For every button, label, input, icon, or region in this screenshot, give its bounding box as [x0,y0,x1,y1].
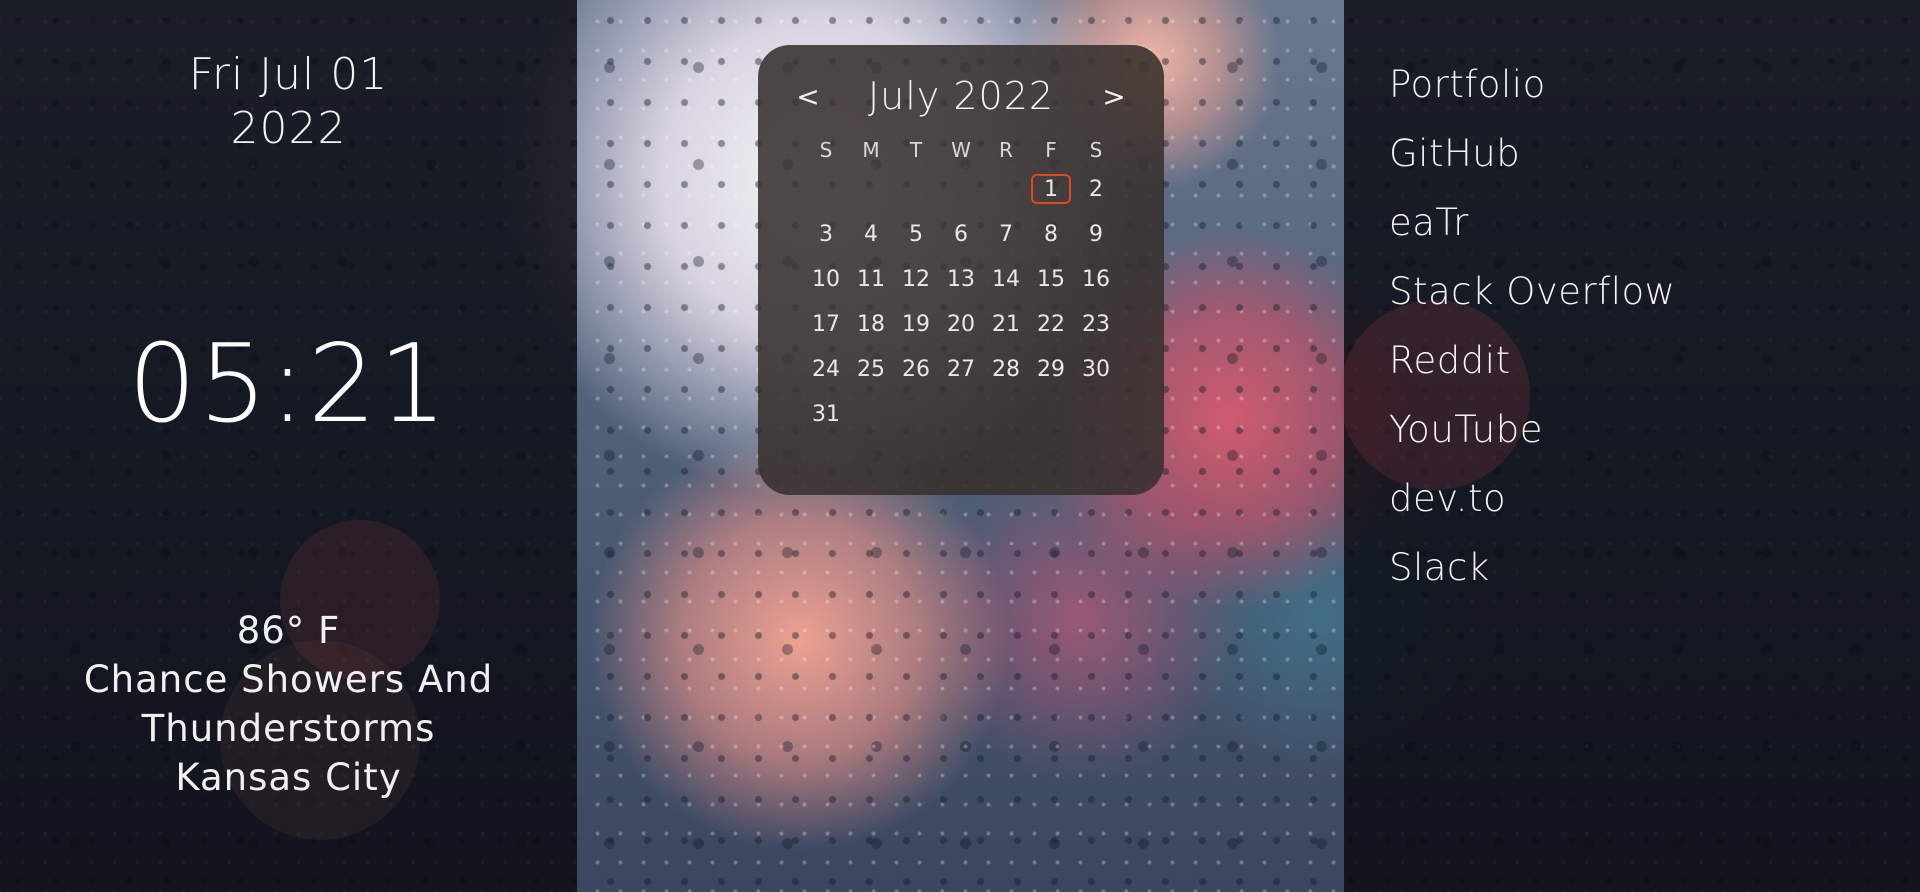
calendar-weekday-label: S [1089,138,1103,162]
link-dev-to[interactable]: dev.to [1389,464,1675,533]
calendar-day-number: 23 [1082,312,1110,337]
calendar-day-number: 13 [947,267,975,292]
weather-location: Kansas City [175,756,402,799]
calendar-day-number: 7 [999,222,1013,247]
prev-month-button[interactable]: < [788,80,828,113]
calendar-day-number: 8 [1044,222,1058,247]
calendar-empty-cell [984,167,1029,212]
calendar-day-number: 16 [1082,267,1110,292]
calendar-day[interactable]: 29 [1029,347,1074,392]
next-month-button[interactable]: > [1094,80,1134,113]
calendar-widget: < July 2022 > S M T W R F S 1 2 3 4 5 6 7 8 9 10 11 12 13 14… [758,45,1164,495]
link-eatr[interactable]: eaTr [1389,188,1675,257]
calendar-day-number: 28 [992,357,1020,382]
calendar-weekday-label: T [909,138,923,162]
calendar-day[interactable]: 22 [1029,302,1074,347]
calendar-empty-cell [804,167,849,212]
link-portfolio[interactable]: Portfolio [1389,50,1675,119]
calendar-day-number: 25 [857,357,885,382]
calendar-day[interactable]: 12 [894,257,939,302]
calendar-day[interactable]: 17 [804,302,849,347]
calendar-day-number: 20 [947,312,975,337]
calendar-day[interactable]: 30 [1074,347,1119,392]
calendar-day[interactable]: 4 [849,212,894,257]
calendar-day[interactable]: 10 [804,257,849,302]
date-day: Fri Jul 01 [188,49,389,100]
calendar-day[interactable]: 2 [1074,167,1119,212]
calendar-day[interactable]: 27 [939,347,984,392]
calendar-header: < July 2022 > [788,71,1134,121]
calendar-day-number: 21 [992,312,1020,337]
calendar-day-number: 14 [992,267,1020,292]
link-reddit[interactable]: Reddit [1389,326,1675,395]
calendar-day-number: 1 [1031,174,1071,204]
calendar-month-title: July 2022 [867,74,1055,118]
calendar-day[interactable]: 13 [939,257,984,302]
calendar-day[interactable]: 5 [894,212,939,257]
weather-widget: 86° F Chance Showers And Thunderstorms K… [0,606,577,802]
calendar-grid: S M T W R F S 1 2 3 4 5 6 7 8 9 10 11 12 13 14 15 16 17 18 19 20 21… [788,133,1134,437]
calendar-day[interactable]: 31 [804,392,849,437]
date-display: Fri Jul 01 2022 [0,48,577,156]
date-year: 2022 [230,103,347,154]
calendar-day-number: 31 [812,402,840,427]
calendar-day[interactable]: 18 [849,302,894,347]
calendar-day-number: 3 [819,222,833,247]
calendar-day-number: 24 [812,357,840,382]
calendar-day[interactable]: 7 [984,212,1029,257]
calendar-day[interactable]: 23 [1074,302,1119,347]
calendar-day[interactable]: 14 [984,257,1029,302]
quick-links: Portfolio GitHub eaTr Stack Overflow Reddit Y… [1389,50,1675,602]
calendar-day[interactable]: 28 [984,347,1029,392]
link-slack[interactable]: Slack [1389,533,1675,602]
calendar-day[interactable]: 6 [939,212,984,257]
link-stack-overflow[interactable]: Stack Overflow [1389,257,1675,326]
calendar-day[interactable]: 26 [894,347,939,392]
calendar-empty-cell [894,167,939,212]
calendar-day[interactable]: 19 [894,302,939,347]
calendar-day-number: 22 [1037,312,1065,337]
calendar-day[interactable]: 16 [1074,257,1119,302]
calendar-weekday-label: R [999,138,1013,162]
link-youtube[interactable]: YouTube [1389,395,1675,464]
calendar-day-number: 10 [812,267,840,292]
calendar-weekday-label: W [951,138,971,162]
calendar-weekday-label: F [1045,138,1057,162]
calendar-day[interactable]: 11 [849,257,894,302]
calendar-empty-cell [849,167,894,212]
calendar-day-number: 4 [864,222,878,247]
calendar-day-number: 12 [902,267,930,292]
calendar-day-number: 19 [902,312,930,337]
calendar-day-number: 30 [1082,357,1110,382]
calendar-day[interactable]: 15 [1029,257,1074,302]
clock-time: 05:21 [127,322,450,447]
calendar-day-number: 26 [902,357,930,382]
calendar-day-number: 2 [1089,177,1103,202]
calendar-day[interactable]: 3 [804,212,849,257]
weather-condition: Chance Showers And [83,658,494,701]
calendar-day-number: 6 [954,222,968,247]
link-github[interactable]: GitHub [1389,119,1675,188]
calendar-day[interactable]: 24 [804,347,849,392]
calendar-day-number: 15 [1037,267,1065,292]
calendar-empty-cell [939,167,984,212]
calendar-weekday-label: S [819,138,833,162]
calendar-day-number: 11 [857,267,885,292]
calendar-day-number: 18 [857,312,885,337]
calendar-day-number: 27 [947,357,975,382]
calendar-day-number: 17 [812,312,840,337]
calendar-day-number: 29 [1037,357,1065,382]
calendar-day[interactable]: 25 [849,347,894,392]
calendar-day-today[interactable]: 1 [1029,167,1074,212]
calendar-day[interactable]: 8 [1029,212,1074,257]
weather-condition-continued: Thunderstorms [141,707,436,750]
calendar-day-number: 5 [909,222,923,247]
weather-temperature: 86° F [236,609,341,652]
calendar-day[interactable]: 21 [984,302,1029,347]
calendar-day[interactable]: 9 [1074,212,1119,257]
calendar-weekday-label: M [862,138,880,162]
calendar-day[interactable]: 20 [939,302,984,347]
calendar-day-number: 9 [1089,222,1103,247]
